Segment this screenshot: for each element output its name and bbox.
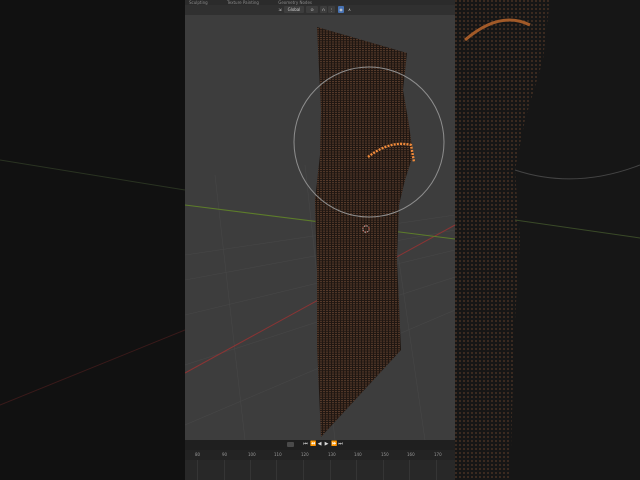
frame-tick: 140 xyxy=(354,452,362,457)
frame-ruler[interactable]: 80 90 100 110 120 130 140 150 160 170 xyxy=(185,450,455,460)
blender-window: Sculpting Texture Painting Geometry Node… xyxy=(185,0,455,480)
left-background-lines xyxy=(0,159,185,406)
frame-tick: 80 xyxy=(195,452,201,457)
screen: Sculpting Texture Painting Geometry Node… xyxy=(0,0,640,480)
jump-start-icon[interactable]: ⏮ xyxy=(303,442,308,447)
frame-tick: 130 xyxy=(328,452,336,457)
right-background xyxy=(455,0,640,480)
timeline-editor: ⏮ ⏪ ◀ ▶ ⏩ ⏭ 80 90 100 110 120 130 140 15… xyxy=(185,440,455,480)
play-icon[interactable]: ▶ xyxy=(324,442,329,447)
next-keyframe-icon[interactable]: ⏩ xyxy=(331,442,337,447)
orientation-dropdown[interactable]: Global xyxy=(284,6,304,13)
left-background xyxy=(0,0,185,480)
viewport-header: ⇲ Global ⊙ ∩ ⋮ ◉ ∧ xyxy=(185,5,455,15)
3d-viewport[interactable] xyxy=(185,15,455,441)
right-background-mesh xyxy=(455,0,640,480)
playback-controls: ⏮ ⏪ ◀ ▶ ⏩ ⏭ xyxy=(185,440,455,450)
frame-tick: 110 xyxy=(274,452,282,457)
timeline-tracks[interactable] xyxy=(185,460,455,480)
frame-tick: 150 xyxy=(381,452,389,457)
orientation-label: Global xyxy=(287,7,301,12)
transform-orientation-icon[interactable]: ⇲ xyxy=(277,6,283,13)
frame-tick: 90 xyxy=(222,452,228,457)
pivot-point-icon[interactable]: ⊙ xyxy=(306,6,318,13)
viewport-canvas[interactable] xyxy=(185,15,455,441)
play-reverse-icon[interactable]: ◀ xyxy=(317,442,322,447)
frame-tick: 160 xyxy=(407,452,415,457)
prev-keyframe-icon[interactable]: ⏪ xyxy=(310,442,316,447)
frame-tick: 170 xyxy=(434,452,442,457)
snap-options-icon[interactable]: ⋮ xyxy=(328,6,335,13)
snap-magnet-icon[interactable]: ∩ xyxy=(320,6,327,13)
keying-icon[interactable] xyxy=(287,442,294,447)
frame-tick: 100 xyxy=(248,452,256,457)
frame-tick: 120 xyxy=(301,452,309,457)
falloff-curve-icon[interactable]: ∧ xyxy=(345,6,354,13)
proportional-edit-icon[interactable]: ◉ xyxy=(338,6,344,13)
jump-end-icon[interactable]: ⏭ xyxy=(338,442,343,447)
